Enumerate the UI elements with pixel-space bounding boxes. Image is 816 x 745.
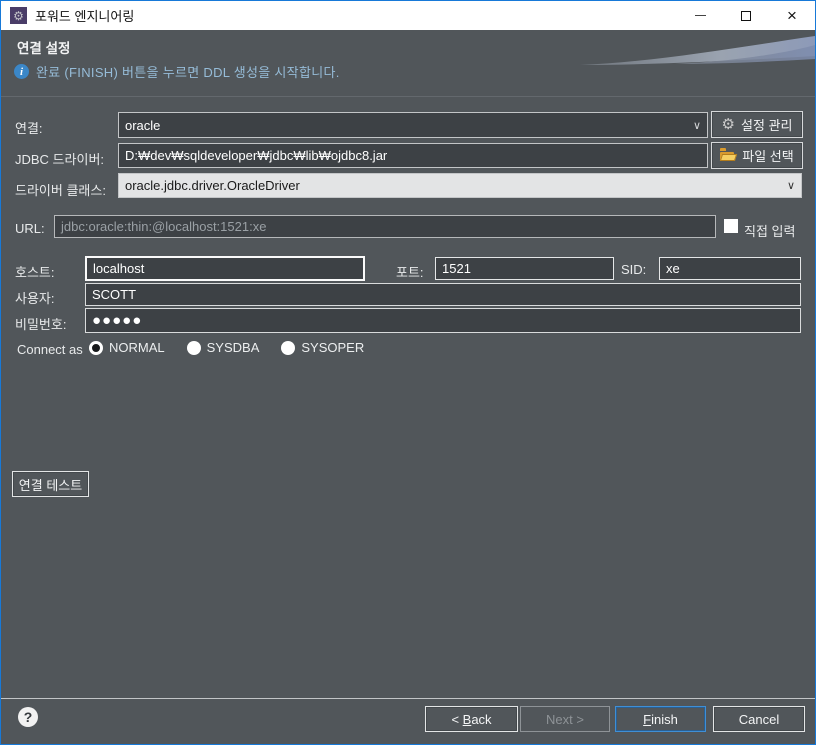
connect-as-label: Connect as xyxy=(17,342,83,357)
finish-label: Finish xyxy=(643,711,678,727)
port-label: 포트: xyxy=(396,265,424,280)
host-value: localhost xyxy=(93,261,145,276)
footer-separator xyxy=(1,698,815,699)
maximize-button[interactable] xyxy=(723,1,769,30)
manage-settings-label: 설정 관리 xyxy=(741,118,793,133)
radio-option-sysdba[interactable]: SYSDBA xyxy=(186,340,260,355)
file-select-label: 파일 선택 xyxy=(742,149,794,164)
finish-button[interactable]: Finish xyxy=(615,706,706,732)
info-message-row: i 완료 (FINISH) 버튼을 누르면 DDL 생성을 시작합니다. xyxy=(14,62,340,81)
connection-label: 연결: xyxy=(15,121,43,136)
banner-swoosh-decoration xyxy=(580,36,815,65)
minimize-icon xyxy=(694,15,706,16)
password-label: 비밀번호: xyxy=(15,317,67,332)
info-icon: i xyxy=(14,64,29,79)
url-label: URL: xyxy=(15,221,45,236)
driver-class-label: 드라이버 클래스: xyxy=(15,183,106,198)
gear-icon: ⚙ xyxy=(721,116,735,133)
driver-class-value: oracle.jdbc.driver.OracleDriver xyxy=(125,178,300,193)
window-title: 포워드 엔지니어링 xyxy=(35,9,135,24)
close-button[interactable]: × xyxy=(769,1,815,30)
test-connection-label: 연결 테스트 xyxy=(18,477,83,493)
help-icon: ? xyxy=(23,709,33,725)
direct-input-label: 직접 입력 xyxy=(744,224,796,239)
forward-engineering-dialog: ⚙ 포워드 엔지니어링 × 연결 설정 i 완료 (FINISH) 버튼을 누르… xyxy=(0,0,816,745)
maximize-icon xyxy=(741,10,751,21)
connection-combobox[interactable]: oracle ∨ xyxy=(118,112,708,138)
sid-value: xe xyxy=(666,261,680,276)
radio-option-sysoper[interactable]: SYSOPER xyxy=(281,340,364,355)
radio-icon-sysdba xyxy=(186,340,201,355)
direct-input-checkbox[interactable] xyxy=(724,219,738,233)
close-icon: × xyxy=(787,5,797,25)
jdbc-driver-label: JDBC 드라이버: xyxy=(15,152,105,167)
sid-field[interactable]: xe xyxy=(659,257,801,280)
manage-settings-button[interactable]: ⚙ 설정 관리 xyxy=(711,111,803,138)
url-field[interactable]: jdbc:oracle:thin:@localhost:1521:xe xyxy=(54,215,716,238)
page-title: 연결 설정 xyxy=(17,41,71,56)
back-button[interactable]: < Back xyxy=(425,706,518,732)
radio-label-normal: NORMAL xyxy=(109,340,165,355)
jdbc-driver-value: D:₩dev₩sqldeveloper₩jdbc₩lib₩ojdbc8.jar xyxy=(125,148,388,163)
host-field[interactable]: localhost xyxy=(85,256,365,281)
password-field[interactable]: ●●●●● xyxy=(85,308,801,333)
help-button[interactable]: ? xyxy=(18,707,38,727)
wizard-banner: 연결 설정 i 완료 (FINISH) 버튼을 누르면 DDL 생성을 시작합니… xyxy=(1,30,815,97)
radio-option-normal[interactable]: NORMAL xyxy=(89,340,165,355)
open-folder-icon xyxy=(720,148,738,161)
url-value: jdbc:oracle:thin:@localhost:1521:xe xyxy=(61,219,267,234)
jdbc-driver-field[interactable]: D:₩dev₩sqldeveloper₩jdbc₩lib₩ojdbc8.jar xyxy=(118,143,708,168)
driver-class-combobox[interactable]: oracle.jdbc.driver.OracleDriver ∨ xyxy=(118,173,802,198)
user-field[interactable]: SCOTT xyxy=(85,283,801,306)
file-select-button[interactable]: 파일 선택 xyxy=(711,142,803,169)
cancel-label: Cancel xyxy=(738,711,780,727)
port-value: 1521 xyxy=(442,261,471,276)
next-button: Next > xyxy=(520,706,610,732)
connect-as-radio-group: NORMAL SYSDBA SYSOPER xyxy=(89,340,364,355)
radio-icon-sysoper xyxy=(281,340,296,355)
radio-icon-normal xyxy=(89,340,103,355)
gear-icon: ⚙ xyxy=(13,8,24,23)
sid-label: SID: xyxy=(621,262,647,277)
radio-label-sysdba: SYSDBA xyxy=(206,340,260,355)
user-label: 사용자: xyxy=(15,291,55,306)
test-connection-button[interactable]: 연결 테스트 xyxy=(12,471,89,497)
chevron-down-icon: ∨ xyxy=(692,119,701,132)
minimize-button[interactable] xyxy=(677,1,723,30)
host-label: 호스트: xyxy=(15,265,55,280)
user-value: SCOTT xyxy=(92,287,137,302)
info-message: 완료 (FINISH) 버튼을 누르면 DDL 생성을 시작합니다. xyxy=(36,65,340,80)
back-label: < Back xyxy=(451,711,492,727)
port-field[interactable]: 1521 xyxy=(435,257,614,280)
cancel-button[interactable]: Cancel xyxy=(713,706,805,732)
app-icon: ⚙ xyxy=(10,7,27,24)
chevron-down-icon: ∨ xyxy=(786,180,795,192)
connection-value: oracle xyxy=(125,117,161,133)
window-controls: × xyxy=(677,1,815,30)
radio-label-sysoper: SYSOPER xyxy=(301,340,365,355)
next-label: Next > xyxy=(546,711,584,727)
password-masked-value: ●●●●● xyxy=(92,312,143,329)
title-bar: ⚙ 포워드 엔지니어링 × xyxy=(1,1,815,30)
